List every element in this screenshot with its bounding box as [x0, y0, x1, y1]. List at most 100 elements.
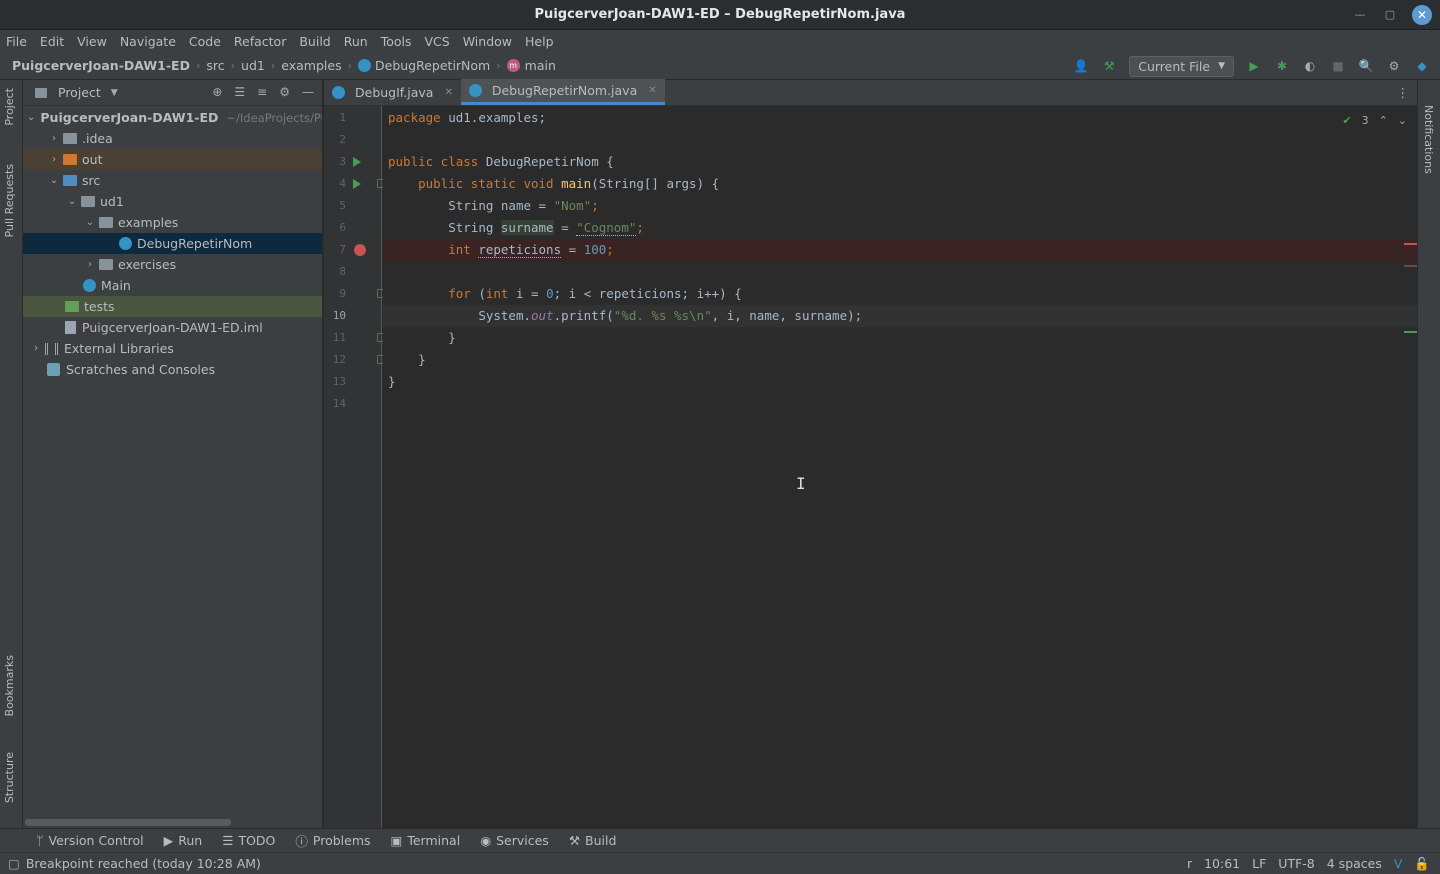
close-icon[interactable]: ✕	[444, 87, 452, 98]
collapse-all-icon[interactable]: ≡	[257, 85, 267, 99]
chevron-right-icon[interactable]: ›	[45, 133, 63, 144]
status-panel-icon[interactable]: ▢	[8, 856, 20, 871]
locate-icon[interactable]: ⊕	[212, 85, 222, 99]
gear-icon[interactable]: ⚙	[1386, 58, 1402, 74]
close-icon[interactable]: ✕	[648, 85, 656, 96]
horizontal-scrollbar[interactable]	[25, 819, 231, 826]
gear-icon[interactable]: ⚙	[279, 85, 290, 99]
menu-run[interactable]: Run	[344, 34, 368, 49]
tool-services[interactable]: ◉ Services	[480, 833, 549, 848]
debug-icon[interactable]: ✱	[1274, 58, 1290, 74]
menu-build[interactable]: Build	[299, 34, 330, 49]
tree-item-exercises[interactable]: › exercises	[23, 254, 322, 275]
run-gutter-icon[interactable]	[353, 157, 361, 167]
side-tab-pull-requests[interactable]: Pull Requests	[3, 164, 16, 237]
tree-item-out[interactable]: › out	[23, 149, 322, 170]
menu-file[interactable]: File	[6, 34, 27, 49]
menu-refactor[interactable]: Refactor	[234, 34, 286, 49]
caret-position[interactable]: 10:61	[1204, 856, 1240, 872]
menu-edit[interactable]: Edit	[40, 34, 64, 49]
coverage-icon[interactable]: ◐	[1302, 58, 1318, 74]
tree-item-examples[interactable]: ⌄ examples	[23, 212, 322, 233]
chevron-right-icon[interactable]: ›	[81, 259, 99, 270]
jetbrains-icon[interactable]: ◆	[1414, 58, 1430, 74]
maximize-icon[interactable]: ▢	[1382, 7, 1398, 23]
tree-item-root[interactable]: ⌄ PuigcerverJoan-DAW1-ED ~/IdeaProjects/…	[23, 107, 322, 128]
side-tab-notifications[interactable]: Notifications	[1422, 105, 1435, 174]
tool-run[interactable]: ▶ Run	[164, 833, 203, 848]
chevron-right-icon[interactable]: ›	[27, 343, 45, 354]
side-tab-project[interactable]: Project	[3, 88, 16, 126]
tree-item-scratches[interactable]: Scratches and Consoles	[23, 359, 322, 380]
run-gutter-icon[interactable]	[353, 179, 361, 189]
breadcrumb-method[interactable]: m main	[506, 58, 556, 73]
tree-item-debugrepetirnom[interactable]: DebugRepetirNom	[23, 233, 322, 254]
line-separator[interactable]: LF	[1252, 856, 1266, 872]
chevron-down-icon[interactable]: ▼	[111, 88, 118, 98]
tree-item-idea[interactable]: › .idea	[23, 128, 322, 149]
error-stripe-mark[interactable]	[1404, 265, 1417, 267]
close-icon[interactable]: ✕	[1412, 5, 1432, 25]
tool-version-control[interactable]: ᛘ Version Control	[36, 833, 144, 848]
file-encoding[interactable]: UTF-8	[1278, 856, 1314, 872]
tool-problems[interactable]: ⓘ Problems	[295, 831, 370, 850]
menu-code[interactable]: Code	[189, 34, 221, 49]
bottom-tool-bar: ᛘ Version Control ▶ Run ☰ TODO ⓘ Problems ▣ T…	[0, 828, 1440, 852]
tree-item-external-libraries[interactable]: › External Libraries	[23, 338, 322, 359]
chevron-down-icon[interactable]: ⌄	[81, 217, 99, 228]
tab-debugif[interactable]: DebugIf.java ✕	[324, 79, 461, 105]
chevron-down-icon[interactable]: ⌄	[63, 196, 81, 207]
status-message[interactable]: Breakpoint reached (today 10:28 AM)	[26, 856, 261, 871]
build-hammer-icon[interactable]: ⚒	[1101, 58, 1117, 74]
lock-icon[interactable]: 🔓	[1414, 856, 1430, 872]
hide-icon[interactable]: —	[302, 85, 314, 99]
chevron-down-icon[interactable]: ⌄	[27, 112, 35, 123]
chevron-right-icon: ›	[195, 59, 201, 72]
breadcrumb-examples[interactable]: examples	[281, 58, 341, 73]
tree-item-src[interactable]: ⌄ src	[23, 170, 322, 191]
code-token: "Cognom"	[576, 220, 637, 236]
editor-gutter[interactable]: 1 2 3 4 5 6 7 8 9 10 11 12 13 14	[324, 106, 385, 828]
side-tab-bookmarks[interactable]: Bookmarks	[3, 655, 16, 716]
breadcrumb-project[interactable]: PuigcerverJoan-DAW1-ED	[12, 58, 190, 73]
side-tab-structure[interactable]: Structure	[3, 752, 16, 803]
chevron-down-icon[interactable]: ⌄	[45, 175, 63, 186]
code-line: public static void main(String[] args) {	[388, 173, 719, 195]
tree-item-iml[interactable]: PuigcerverJoan-DAW1-ED.iml	[23, 317, 322, 338]
run-configuration-select[interactable]: Current File ▼	[1129, 55, 1234, 77]
menu-window[interactable]: Window	[463, 34, 512, 49]
breakpoint-icon[interactable]	[354, 244, 366, 256]
user-icon[interactable]: 👤	[1073, 58, 1089, 74]
indent-setting[interactable]: 4 spaces	[1327, 856, 1382, 872]
stop-icon[interactable]: ■	[1330, 58, 1346, 74]
code-editor[interactable]: package ud1.examples; public class Debug…	[383, 106, 1417, 828]
tree-item-main[interactable]: Main	[23, 275, 322, 296]
breadcrumb-ud1[interactable]: ud1	[241, 58, 265, 73]
tool-todo[interactable]: ☰ TODO	[222, 833, 275, 848]
tab-debugrepetirnom[interactable]: DebugRepetirNom.java ✕	[460, 79, 665, 105]
error-stripe-mark[interactable]	[1404, 243, 1417, 245]
chevron-down-icon[interactable]: ⌄	[1398, 114, 1407, 127]
tree-item-ud1[interactable]: ⌄ ud1	[23, 191, 322, 212]
chevron-up-icon[interactable]: ⌃	[1379, 114, 1388, 127]
menu-tools[interactable]: Tools	[381, 34, 412, 49]
menu-view[interactable]: View	[77, 34, 107, 49]
run-icon[interactable]: ▶	[1246, 58, 1262, 74]
tool-terminal[interactable]: ▣ Terminal	[391, 833, 461, 848]
tree-item-tests[interactable]: tests	[23, 296, 322, 317]
vcs-icon[interactable]: V	[1394, 856, 1403, 872]
breadcrumb-src[interactable]: src	[206, 58, 224, 73]
menu-help[interactable]: Help	[525, 34, 554, 49]
tool-build[interactable]: ⚒ Build	[569, 833, 617, 848]
search-icon[interactable]: 🔍	[1358, 58, 1374, 74]
minimize-icon[interactable]: —	[1352, 7, 1368, 23]
expand-all-icon[interactable]: ☰	[234, 85, 245, 99]
menu-vcs[interactable]: VCS	[425, 34, 450, 49]
breadcrumb-class[interactable]: DebugRepetirNom	[358, 58, 490, 73]
project-view-label[interactable]: Project	[58, 85, 101, 100]
more-icon[interactable]: ⋮	[1397, 85, 1410, 100]
chevron-right-icon[interactable]: ›	[45, 154, 63, 165]
menu-navigate[interactable]: Navigate	[120, 34, 176, 49]
inspection-widget[interactable]: ✔ 3 ⌃ ⌄	[1342, 114, 1407, 127]
change-stripe-mark[interactable]	[1404, 331, 1417, 333]
